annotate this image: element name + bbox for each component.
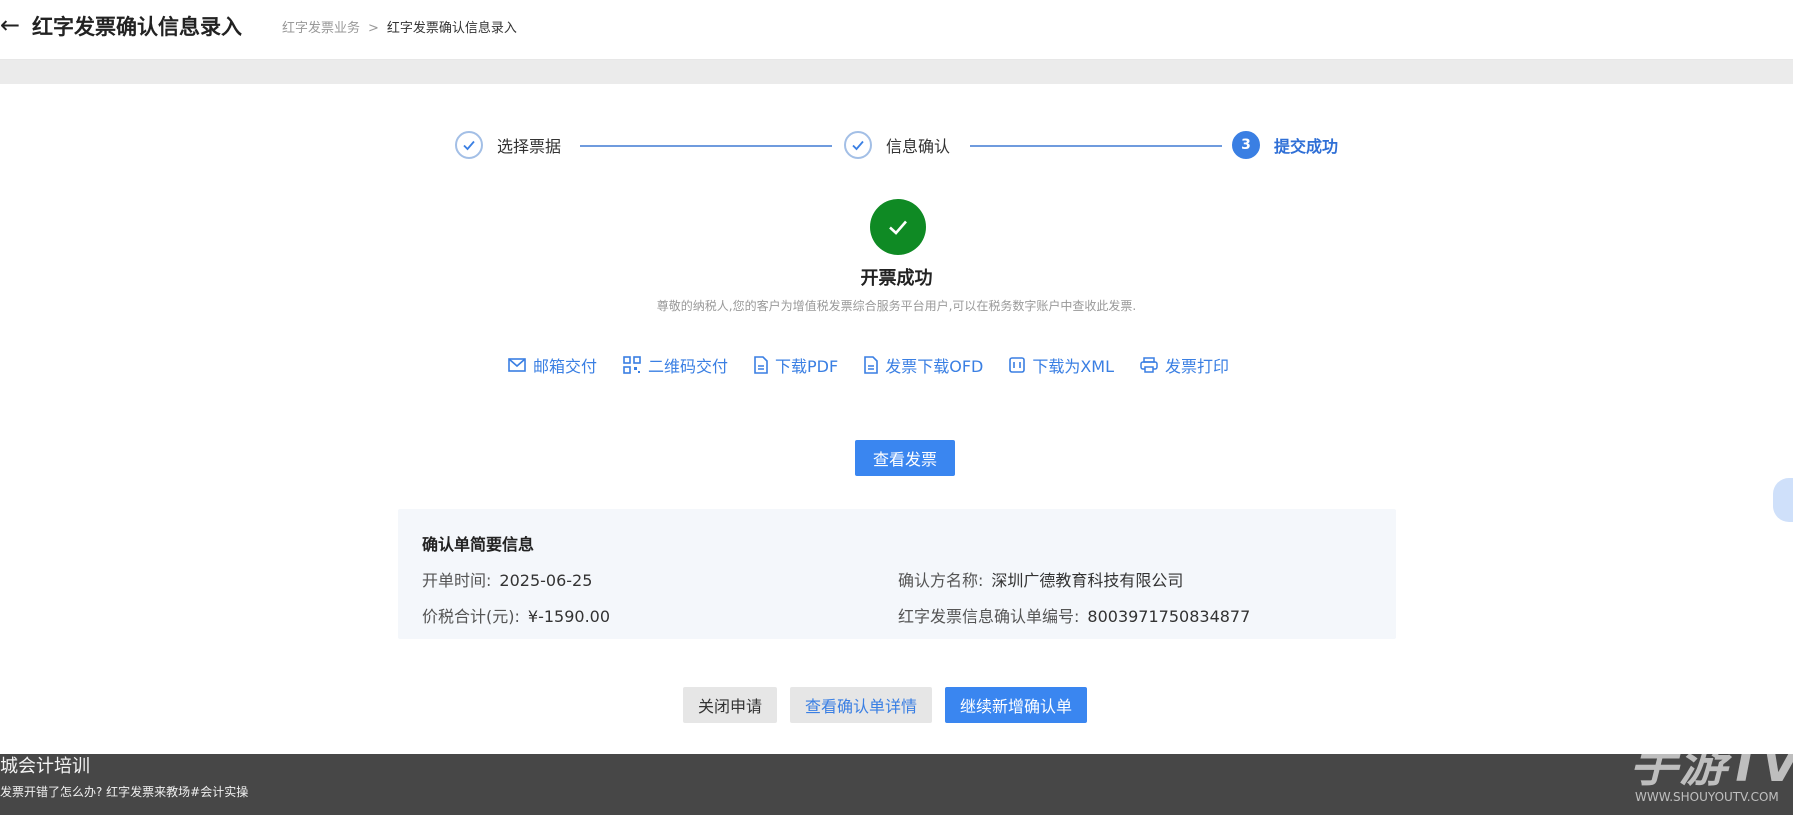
print-invoice-link[interactable]: 发票打印 (1140, 353, 1229, 377)
check-icon (844, 131, 872, 159)
step-label: 提交成功 (1274, 137, 1339, 156)
download-pdf-link[interactable]: 下载PDF (754, 353, 838, 377)
summary-title: 确认单简要信息 (422, 535, 535, 554)
qrcode-delivery-link[interactable]: 二维码交付 (623, 353, 728, 377)
confirmation-summary: 确认单简要信息 开单时间: 2025-06-25 价税合计(元): ¥-1590.0… (398, 509, 1396, 639)
breadcrumb-item-red-invoice-business[interactable]: 红字发票业务 (282, 21, 360, 36)
file-icon (864, 356, 879, 374)
caption-line1: 城会计培训 (0, 756, 90, 777)
download-ofd-link[interactable]: 发票下载OFD (864, 353, 983, 377)
view-confirmation-details-button[interactable]: 查看确认单详情 (790, 687, 933, 723)
confirmer-field: 确认方名称: 深圳广德教育科技有限公司 (898, 567, 1183, 591)
step-select-ticket: 选择票据 (455, 129, 561, 161)
main-card: 选择票据 信息确认 3 提交成功 开票成功 尊敬的纳税人,您的客户为增值税发票综… (0, 84, 1793, 754)
success-description: 尊敬的纳税人,您的客户为增值税发票综合服务平台用户,可以在税务数字账户中查收此发… (656, 299, 1137, 313)
watermark-url: WWW.SHOUYOUTV.COM (1635, 790, 1779, 804)
check-icon (455, 131, 483, 159)
delivery-actions: 邮箱交付 二维码交付 下载PDF 发票下载OFD 下载为XML 发票打印 (508, 350, 1255, 380)
action-label: 下载PDF (775, 357, 839, 376)
breadcrumb-separator: > (368, 21, 379, 36)
xml-icon (1009, 357, 1026, 373)
action-label: 下载为XML (1032, 357, 1115, 376)
page-header: ← 红字发票确认信息录入 红字发票业务 > 红字发票确认信息录入 (0, 0, 1793, 60)
open-time-field: 开单时间: 2025-06-25 (422, 567, 592, 591)
confirmer-label: 确认方名称: (898, 571, 984, 590)
printer-icon (1140, 357, 1158, 373)
step-connector (970, 145, 1222, 147)
progress-steps: 选择票据 信息确认 3 提交成功 (0, 129, 1793, 169)
video-caption-band (0, 754, 1793, 815)
continue-new-confirmation-button[interactable]: 继续新增确认单 (945, 687, 1088, 723)
total-field: 价税合计(元): ¥-1590.00 (422, 603, 610, 627)
view-invoice-button[interactable]: 查看发票 (855, 440, 955, 476)
mail-icon (508, 358, 526, 372)
step-label: 信息确认 (886, 137, 951, 156)
step-connector (580, 145, 832, 147)
action-label: 二维码交付 (648, 357, 729, 376)
total-value: ¥-1590.00 (527, 607, 611, 626)
file-icon (754, 356, 768, 374)
confirmer-value: 深圳广德教育科技有限公司 (991, 571, 1184, 590)
download-xml-link[interactable]: 下载为XML (1009, 353, 1114, 377)
action-label: 邮箱交付 (533, 357, 598, 376)
step-confirm-info: 信息确认 (844, 129, 950, 161)
confirmation-number-field: 红字发票信息确认单编号: 8003971750834877 (898, 603, 1250, 627)
confirmation-number-value: 8003971750834877 (1087, 607, 1251, 626)
breadcrumb-item-current: 红字发票确认信息录入 (386, 21, 517, 36)
open-time-label: 开单时间: (422, 571, 492, 590)
email-delivery-link[interactable]: 邮箱交付 (508, 353, 597, 377)
caption-line2: 发票开错了怎么办? 红字发票来教场#会计实操 (0, 785, 249, 799)
action-label: 发票下载OFD (885, 357, 984, 376)
total-label: 价税合计(元): (422, 607, 520, 626)
back-arrow-icon[interactable]: ← (0, 10, 26, 40)
action-label: 发票打印 (1165, 357, 1230, 376)
step-submit-success: 3 提交成功 (1232, 129, 1338, 161)
side-float-tab[interactable] (1773, 478, 1793, 522)
step-number: 3 (1232, 131, 1260, 159)
page-title: 红字发票确认信息录入 (32, 15, 242, 39)
qrcode-icon (623, 356, 641, 374)
success-check-icon (870, 199, 926, 255)
watermark-logo: 手游TV (1630, 737, 1793, 793)
close-application-button[interactable]: 关闭申请 (683, 687, 778, 723)
breadcrumb: 红字发票业务 > 红字发票确认信息录入 (282, 17, 517, 36)
step-label: 选择票据 (497, 137, 562, 156)
success-title: 开票成功 (860, 268, 933, 289)
open-time-value: 2025-06-25 (499, 571, 593, 590)
confirmation-number-label: 红字发票信息确认单编号: (898, 607, 1080, 626)
bottom-buttons: 关闭申请 查看确认单详情 继续新增确认单 (683, 687, 1100, 723)
